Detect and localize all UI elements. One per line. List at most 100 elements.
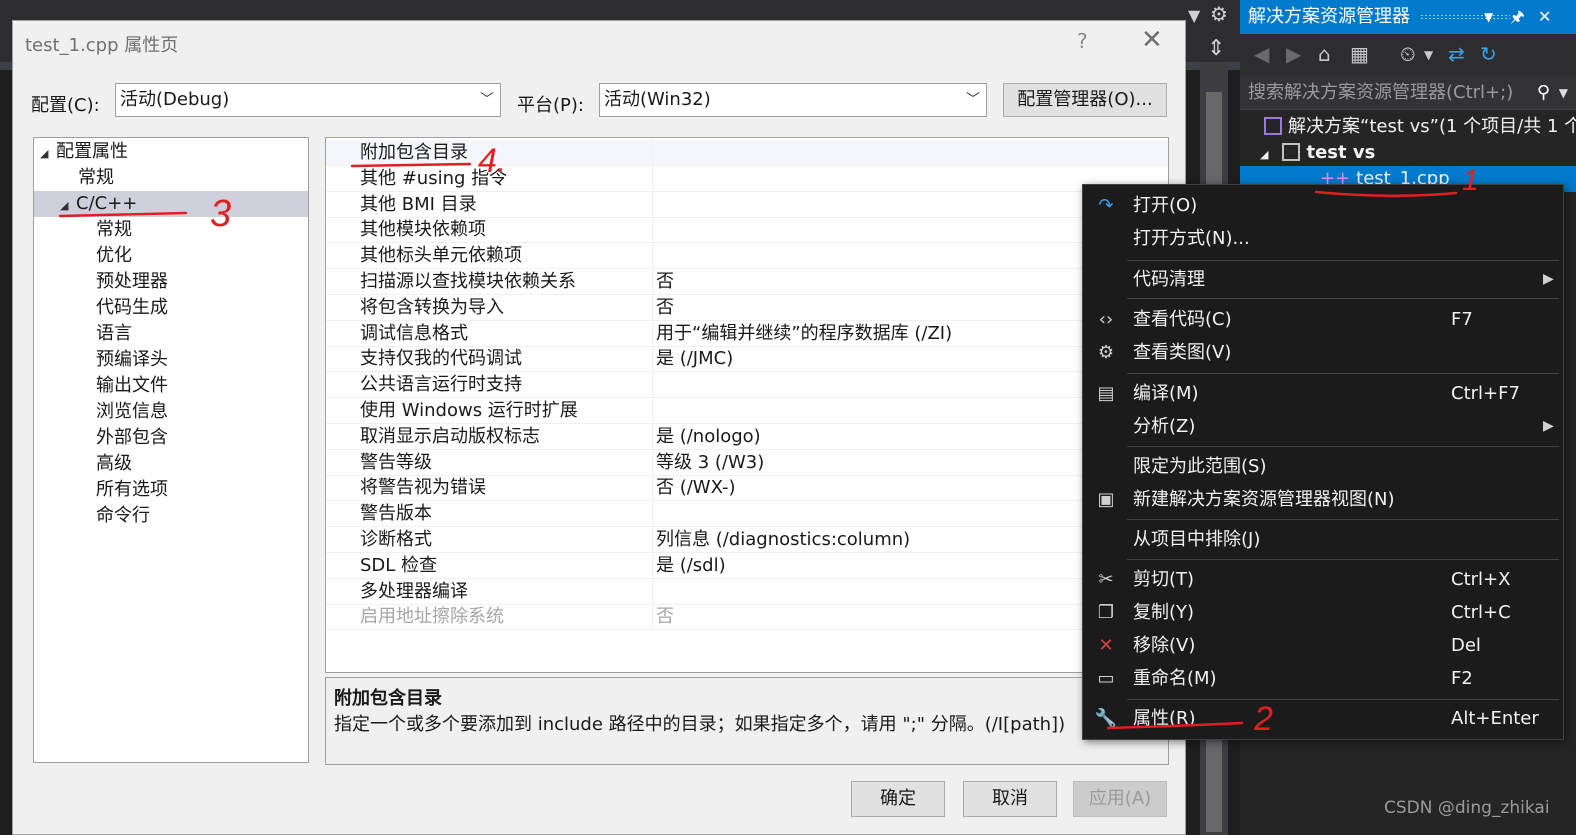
menu-item[interactable]: 🔧 属性(R) Alt+Enter [1083,702,1563,735]
property-row[interactable]: 警告版本 [326,501,1168,528]
back-icon[interactable]: ◀ [1254,42,1269,66]
property-value[interactable]: 等级 3 (/W3) [656,450,764,476]
menu-item[interactable]: 分析(Z) ▶ [1083,410,1563,443]
menu-item[interactable]: ✂ 剪切(T) Ctrl+X [1083,563,1563,596]
tree-node-general[interactable]: 常规 [34,165,308,191]
close-button[interactable]: ✕ [1141,25,1163,55]
menu-item[interactable]: ⚙ 查看类图(V) [1083,336,1563,369]
menu-item[interactable]: ❐ 复制(Y) Ctrl+C [1083,596,1563,629]
menu-item[interactable]: ▤ 编译(M) Ctrl+F7 [1083,377,1563,410]
property-value[interactable]: 列信息 (/diagnostics:column) [656,527,910,553]
apply-button[interactable]: 应用(A) [1073,781,1167,817]
property-row[interactable]: 取消显示启动版权标志 是 (/nologo) [326,423,1168,450]
menu-item[interactable]: 限定为此范围(S) [1083,450,1563,483]
menu-separator [1127,446,1559,447]
menu-item[interactable]: ▭ 重命名(M) F2 [1083,662,1563,695]
compile-icon: ▤ [1097,383,1115,404]
search-options-icon[interactable]: ▼ [1559,76,1568,109]
tree-node-cpp-child[interactable]: 优化 [34,243,308,269]
menu-item[interactable]: 打开方式(N)... [1083,222,1563,255]
menu-item[interactable]: ✕ 移除(V) Del [1083,629,1563,662]
solution-node[interactable]: 解决方案“test vs”(1 个项目/共 1 个) [1240,114,1576,140]
tree-node-cpp-child[interactable]: 高级 [34,451,308,477]
property-row[interactable]: 警告等级 等级 3 (/W3) [326,449,1168,476]
pending-changes-icon[interactable]: ⏲ [1400,42,1416,66]
property-value[interactable]: 否 [656,604,674,630]
tree-node-cpp-child[interactable]: 所有选项 [34,477,308,503]
expanded-triangle-icon[interactable]: ◢ [40,141,56,167]
pin-icon[interactable]: 🖈 [1510,0,1525,34]
config-manager-button[interactable]: 配置管理器(O)... [1003,83,1167,117]
property-row[interactable]: 多处理器编译 [326,578,1168,605]
property-value[interactable]: 用于“编辑并继续”的程序数据库 (/ZI) [656,321,952,347]
cancel-button[interactable]: 取消 [963,781,1057,817]
property-row[interactable]: 调试信息格式 用于“编辑并继续”的程序数据库 (/ZI) [326,320,1168,347]
solution-search-input[interactable]: 搜索解决方案资源管理器(Ctrl+;) [1248,82,1513,103]
dropdown-icon[interactable]: ▼ [1188,6,1200,25]
help-button[interactable]: ? [1077,29,1088,53]
property-row[interactable]: 其他模块依赖项 [326,217,1168,244]
menu-item[interactable]: ‹› 查看代码(C) F7 [1083,303,1563,336]
project-node[interactable]: ◢ test vs [1240,140,1576,166]
property-value[interactable]: 是 (/JMC) [656,346,733,372]
vs-solution-icon[interactable]: ▦ [1350,42,1369,66]
tree-node-config-properties[interactable]: ◢ 配置属性 [34,139,308,165]
ok-button[interactable]: 确定 [851,781,945,817]
tree-node-cpp-child[interactable]: 代码生成 [34,295,308,321]
tree-node-cpp-child[interactable]: 语言 [34,321,308,347]
property-row[interactable]: 其他标头单元依赖项 [326,243,1168,270]
chevron-down-icon[interactable]: ﹀ [966,84,980,116]
property-row[interactable]: 其他 #using 指令 [326,165,1168,192]
property-grid[interactable]: 附加包含目录 其他 #using 指令 其他 BMI 目录 其他模块依赖项 其他标头单元… [325,137,1169,673]
property-row[interactable]: 扫描源以查找模块依赖关系 否 [326,269,1168,295]
dropdown-small-icon[interactable]: ▼ [1424,48,1433,62]
column-divider [652,475,653,502]
menu-item[interactable]: ↷ 打开(O) [1083,189,1563,222]
property-row[interactable]: 附加包含目录 [326,140,1168,166]
property-value[interactable]: 是 (/nologo) [656,424,761,450]
menu-item[interactable]: 代码清理 ▶ [1083,263,1563,296]
property-row[interactable]: 其他 BMI 目录 [326,191,1168,218]
property-row[interactable]: 公共语言运行时支持 [326,372,1168,399]
property-row[interactable]: 将包含转换为导入 否 [326,294,1168,321]
tree-node-cpp-child[interactable]: 外部包含 [34,425,308,451]
property-value[interactable]: 否 [656,295,674,321]
menu-item[interactable]: 从项目中排除(J) [1083,523,1563,556]
chevron-down-icon[interactable]: ﹀ [480,84,494,116]
platform-select[interactable]: 活动(Win32) ﹀ [599,83,987,117]
close-icon[interactable]: ✕ [1538,0,1551,34]
property-row[interactable]: 使用 Windows 运行时扩展 [326,398,1168,424]
property-row[interactable]: 将警告视为错误 否 (/WX-) [326,475,1168,502]
tree-node-cpp-child[interactable]: 输出文件 [34,373,308,399]
property-row[interactable]: 支持仅我的代码调试 是 (/JMC) [326,346,1168,373]
tree-node-cpp-child[interactable]: 预编译头 [34,347,308,373]
expanded-triangle-icon[interactable]: ◢ [60,193,76,219]
tree-node-cpp-child[interactable]: 命令行 [34,503,308,529]
solution-search[interactable]: 搜索解决方案资源管理器(Ctrl+;) ⚲ ▼ [1240,76,1576,110]
expand-triangle-icon[interactable]: ◢ [1260,148,1268,161]
tree-node-cpp-child[interactable]: 浏览信息 [34,399,308,425]
tree-node-label: 预处理器 [96,271,168,292]
property-value[interactable]: 否 [656,269,674,295]
forward-icon[interactable]: ▶ [1286,42,1301,66]
property-tree[interactable]: ◢ 配置属性 常规 ◢ C/C++ 常规 优化 预处理器 代码生成 语言 预编译头 输出文件 浏览… [33,137,309,763]
search-icon[interactable]: ⚲ [1537,76,1550,109]
property-row[interactable]: 诊断格式 列信息 (/diagnostics:column) [326,527,1168,553]
property-value[interactable]: 否 (/WX-) [656,475,736,501]
menu-item[interactable]: ▣ 新建解决方案资源管理器视图(N) [1083,483,1563,516]
sync-icon[interactable]: ⇄ [1448,42,1465,66]
property-row[interactable]: 启用地址擦除系统 否 [326,604,1168,631]
home-icon[interactable]: ⌂ [1318,42,1331,66]
split-icon[interactable]: ⇕ [1207,36,1225,61]
refresh-icon[interactable]: ↻ [1480,42,1497,66]
config-select[interactable]: 活动(Debug) ﹀ [115,83,501,117]
property-name: 其他模块依赖项 [360,219,486,241]
chevron-down-icon[interactable]: ▼ [1484,0,1493,34]
property-name: 警告等级 [360,451,432,473]
tree-node-cpp[interactable]: ◢ C/C++ [34,191,308,217]
gear-icon[interactable]: ⚙ [1210,2,1228,26]
tree-node-cpp-child[interactable]: 常规 [34,217,308,243]
property-value[interactable]: 是 (/sdl) [656,553,726,579]
tree-node-cpp-child[interactable]: 预处理器 [34,269,308,295]
property-row[interactable]: SDL 检查 是 (/sdl) [326,552,1168,579]
